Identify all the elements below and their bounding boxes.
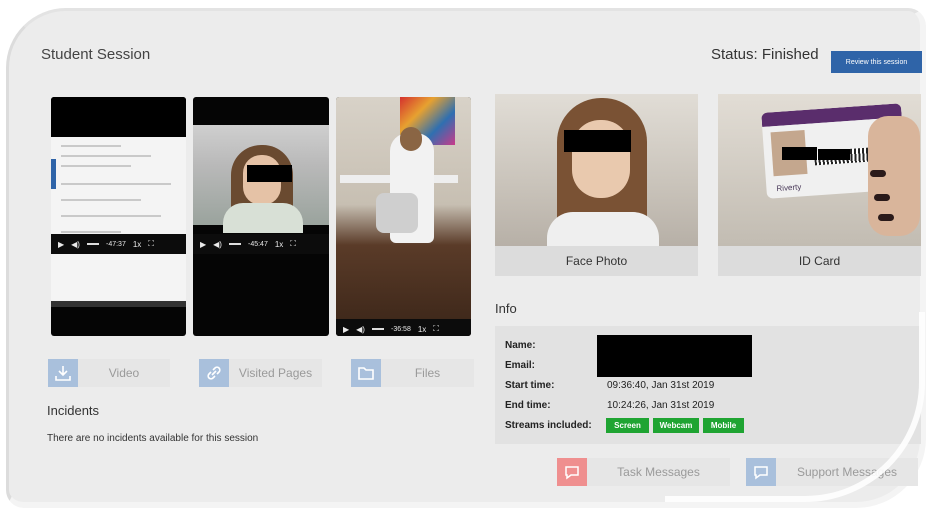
screen-recording-frame (51, 137, 186, 307)
time-remaining: -47:37 (105, 240, 126, 248)
chat-icon (746, 458, 776, 486)
files-button[interactable]: Files (351, 359, 474, 387)
screen-video-player[interactable]: ▶ ◀) -47:37 1x ⛶ (51, 97, 186, 336)
email-label: Email: (505, 360, 536, 371)
session-status: Status: Finished (711, 46, 819, 63)
face-photo-label: Face Photo (495, 246, 698, 276)
volume-icon[interactable]: ◀) (213, 240, 222, 249)
volume-slider[interactable] (228, 243, 241, 245)
video-controls: ▶ ◀) -47:37 1x ⛶ (51, 234, 186, 254)
id-card-photo: Riverty (718, 94, 921, 246)
video-button-label: Video (108, 366, 140, 380)
time-remaining: -36:58 (390, 325, 411, 333)
mobile-video-player[interactable]: ▶ ◀) -36:58 1x ⛶ (336, 97, 471, 336)
visited-pages-button[interactable]: Visited Pages (199, 359, 322, 387)
task-messages-button[interactable]: Task Messages (557, 458, 730, 486)
files-button-label: Files (414, 366, 441, 380)
name-label: Name: (505, 340, 536, 351)
end-time-value: 10:24:26, Jan 31st 2019 (607, 400, 715, 411)
playback-speed[interactable]: 1x (133, 240, 141, 249)
support-messages-label: Support Messages (796, 465, 898, 479)
folder-icon (351, 359, 381, 387)
task-messages-label: Task Messages (617, 465, 700, 479)
fullscreen-icon[interactable]: ⛶ (290, 239, 296, 249)
page-title: Student Session (41, 46, 151, 63)
start-time-value: 09:36:40, Jan 31st 2019 (607, 380, 715, 391)
webcam-video-player[interactable]: ▶ ◀) -45:47 1x ⛶ (193, 97, 329, 336)
redaction-bar (597, 335, 752, 377)
face-photo (495, 94, 698, 246)
review-session-button[interactable]: Review this session (831, 51, 922, 73)
redaction-bar (782, 147, 817, 160)
info-panel: Name: Email: Start time: 09:36:40, Jan 3… (495, 326, 921, 444)
start-time-label: Start time: (505, 380, 555, 391)
link-icon (199, 359, 229, 387)
volume-slider[interactable] (371, 328, 384, 330)
face-photo-card[interactable]: Face Photo (495, 94, 698, 276)
incidents-empty-message: There are no incidents available for thi… (47, 433, 259, 444)
stream-chip-webcam: Webcam (653, 418, 699, 433)
video-controls: ▶ ◀) -45:47 1x ⛶ (193, 234, 329, 254)
volume-icon[interactable]: ◀) (356, 325, 365, 334)
id-card-logo: Riverty (776, 182, 802, 194)
stream-chip-screen: Screen (606, 418, 649, 433)
end-time-label: End time: (505, 400, 551, 411)
video-black-band (51, 97, 186, 137)
fullscreen-icon[interactable]: ⛶ (433, 324, 439, 334)
volume-slider[interactable] (86, 243, 99, 245)
video-controls: ▶ ◀) -36:58 1x ⛶ (336, 319, 471, 336)
visited-pages-label: Visited Pages (238, 366, 313, 380)
redaction-bar (564, 130, 631, 152)
mobile-camera-frame (336, 97, 471, 336)
video-button[interactable]: Video (48, 359, 170, 387)
streams-label: Streams included: (505, 420, 592, 431)
play-icon[interactable]: ▶ (200, 240, 206, 249)
support-messages-button[interactable]: Support Messages (746, 458, 918, 486)
info-title: Info (495, 301, 517, 316)
redaction-bar (818, 149, 850, 160)
id-card-photo-card[interactable]: Riverty ID Card (718, 94, 921, 276)
time-remaining: -45:47 (247, 240, 268, 248)
playback-speed[interactable]: 1x (275, 240, 283, 249)
chat-icon (557, 458, 587, 486)
volume-icon[interactable]: ◀) (71, 240, 80, 249)
redaction-bar (247, 165, 292, 182)
playback-speed[interactable]: 1x (418, 325, 426, 334)
id-card-label: ID Card (718, 246, 921, 276)
play-icon[interactable]: ▶ (58, 240, 64, 249)
play-icon[interactable]: ▶ (343, 325, 349, 334)
stream-chip-mobile: Mobile (703, 418, 744, 433)
fullscreen-icon[interactable]: ⛶ (148, 239, 154, 249)
incidents-title: Incidents (47, 403, 100, 418)
download-icon (48, 359, 78, 387)
